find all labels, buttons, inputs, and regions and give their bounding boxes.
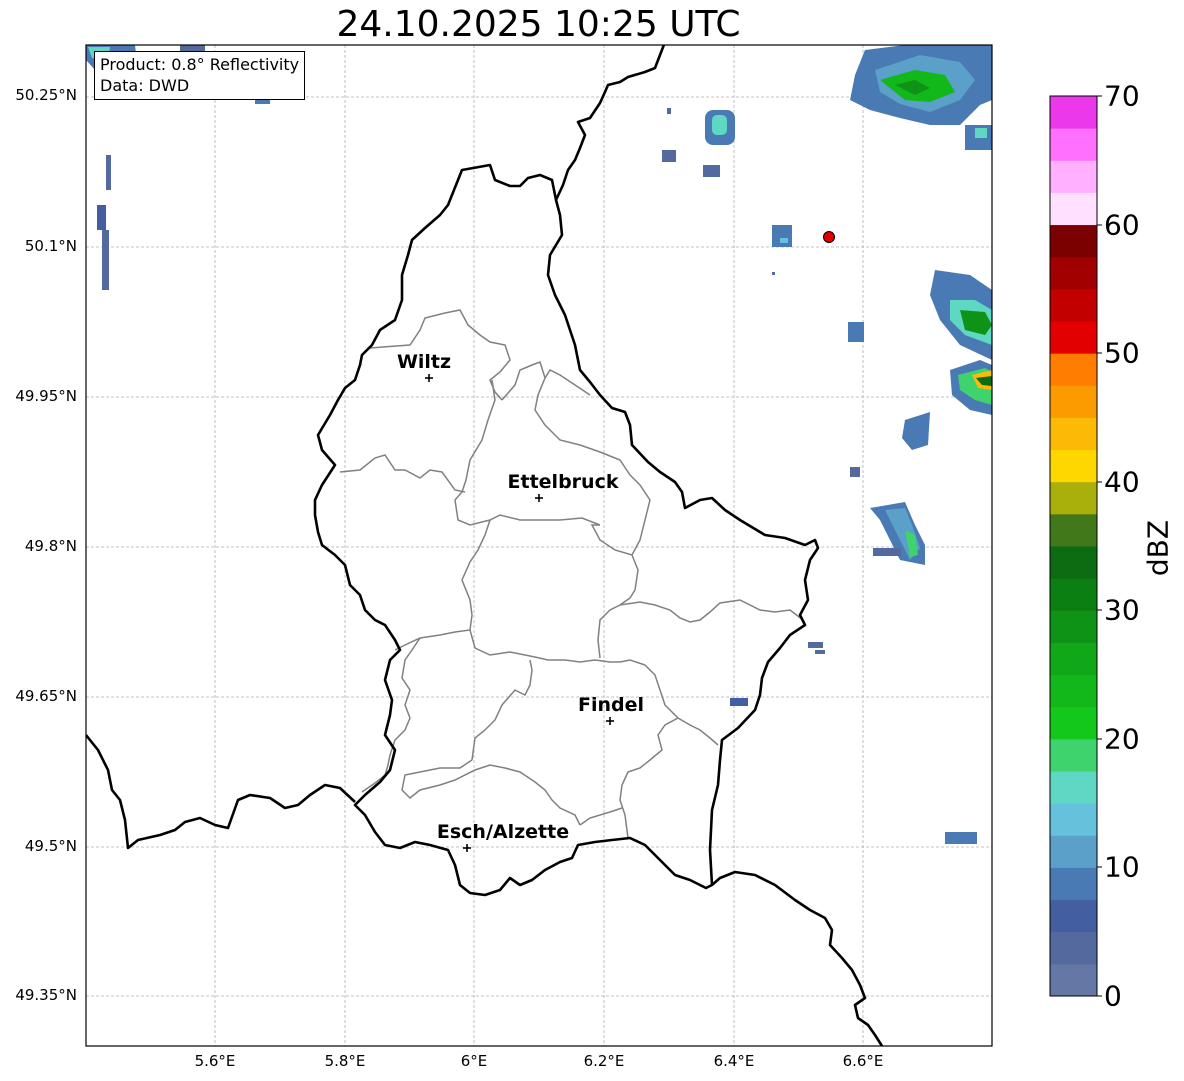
colorbar-segment	[1050, 674, 1097, 708]
colorbar-segment	[1050, 803, 1097, 836]
lon-label: 6°E	[460, 1052, 488, 1070]
colorbar-segment	[1050, 610, 1097, 643]
colorbar-segment	[1050, 738, 1097, 772]
colorbar-tick-label: 50	[1104, 336, 1140, 370]
radar-site-marker	[823, 231, 835, 243]
lat-label: 50.1°N	[24, 237, 77, 255]
colorbar-ticks	[1097, 95, 1102, 997]
colorbar-segment	[1050, 288, 1097, 322]
canton-borders	[339, 309, 804, 839]
graticule	[86, 45, 992, 1046]
lat-label: 49.95°N	[15, 387, 77, 405]
colorbar	[1050, 96, 1097, 997]
colorbar-label: dBZ	[1141, 519, 1175, 577]
country-borders	[86, 45, 884, 1046]
colorbar-segment	[1050, 899, 1097, 933]
map-frame	[85, 44, 993, 1047]
radar-echoes	[86, 45, 992, 844]
info-box: Product: 0.8° Reflectivity Data: DWD	[94, 51, 306, 100]
colorbar-segment	[1050, 321, 1097, 354]
lon-label: 6.2°E	[583, 1052, 625, 1070]
colorbar-segment	[1050, 353, 1097, 386]
lon-label: 6.4°E	[713, 1052, 755, 1070]
colorbar-segment	[1050, 417, 1097, 451]
city-label-findel: Findel	[577, 694, 645, 716]
product-label: Product: 0.8° Reflectivity	[100, 55, 300, 74]
lat-label: 49.35°N	[15, 986, 77, 1004]
colorbar-segment	[1050, 160, 1097, 193]
map-canvas	[85, 44, 1102, 1047]
colorbar-segment	[1050, 192, 1097, 226]
data-source-label: Data: DWD	[100, 76, 190, 95]
colorbar-segment	[1050, 96, 1097, 129]
colorbar-tick-label: 60	[1104, 208, 1140, 242]
city-label-ettelbruck: Ettelbruck	[507, 471, 619, 493]
colorbar-segment	[1050, 385, 1097, 418]
colorbar-segment	[1050, 513, 1097, 547]
colorbar-segment	[1050, 771, 1097, 804]
lat-label: 49.65°N	[15, 687, 77, 705]
colorbar-segment	[1050, 867, 1097, 901]
colorbar-tick-label: 10	[1104, 850, 1140, 884]
colorbar-segment	[1050, 642, 1097, 676]
colorbar-segment	[1050, 931, 1097, 965]
lon-label: 5.6°E	[194, 1052, 236, 1070]
colorbar-tick-label: 40	[1104, 465, 1140, 499]
city-label-wiltz: Wiltz	[396, 351, 452, 373]
colorbar-segment	[1050, 546, 1097, 579]
city-label-esch-alzette: Esch/Alzette	[436, 821, 570, 843]
colorbar-segment	[1050, 224, 1097, 258]
lat-label: 50.25°N	[15, 86, 77, 104]
lat-label: 49.5°N	[24, 837, 77, 855]
colorbar-tick-label: 20	[1104, 722, 1140, 756]
colorbar-segment	[1050, 481, 1097, 515]
lon-label: 5.8°E	[324, 1052, 366, 1070]
colorbar-segment	[1050, 706, 1097, 740]
colorbar-tick-label: 0	[1104, 979, 1122, 1013]
colorbar-tick-label: 30	[1104, 593, 1140, 627]
lat-label: 49.8°N	[24, 537, 77, 555]
colorbar-segment	[1050, 963, 1097, 997]
colorbar-segment	[1050, 256, 1097, 290]
colorbar-segment	[1050, 835, 1097, 868]
colorbar-segment	[1050, 128, 1097, 161]
colorbar-segment	[1050, 578, 1097, 611]
lon-label: 6.6°E	[842, 1052, 884, 1070]
colorbar-tick-label: 70	[1104, 79, 1140, 113]
colorbar-segment	[1050, 449, 1097, 483]
